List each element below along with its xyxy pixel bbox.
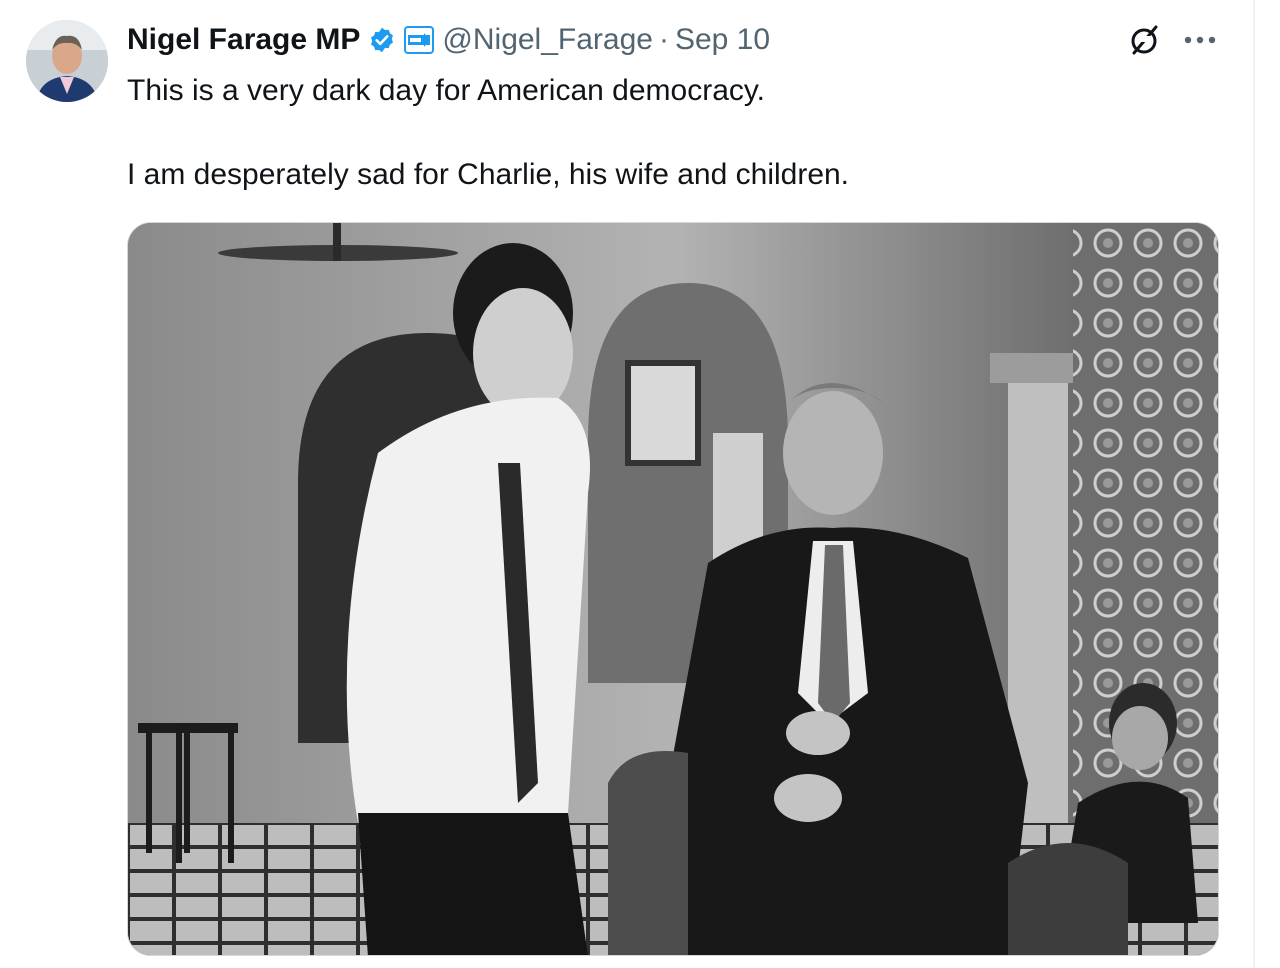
more-options-button[interactable]	[1178, 18, 1222, 62]
author-avatar[interactable]	[26, 20, 108, 102]
author-display-name[interactable]: Nigel Farage MP	[127, 18, 360, 62]
verified-badge-icon[interactable]	[368, 26, 396, 54]
avatar-image	[26, 20, 108, 102]
tweet-header: Nigel Farage MP @Nigel_Farage · Sep 10	[127, 18, 770, 62]
tweet-text-line-2: I am desperately sad for Charlie, his wi…	[127, 158, 850, 191]
header-separator: ·	[658, 23, 669, 56]
grok-icon	[1131, 25, 1158, 55]
tweet-date[interactable]: Sep 10	[675, 18, 770, 62]
tweet-text-line-1: This is a very dark day for American dem…	[127, 74, 765, 107]
affiliate-badge-icon[interactable]	[404, 26, 435, 54]
author-handle[interactable]: @Nigel_Farage	[442, 18, 653, 62]
more-dots-icon	[1184, 36, 1216, 44]
tweet-text: This is a very dark day for American dem…	[127, 70, 1217, 196]
grok-button[interactable]	[1123, 18, 1167, 62]
tweet-photo[interactable]	[127, 222, 1219, 956]
timeline-border	[1253, 0, 1255, 968]
photo-image	[128, 223, 1218, 955]
